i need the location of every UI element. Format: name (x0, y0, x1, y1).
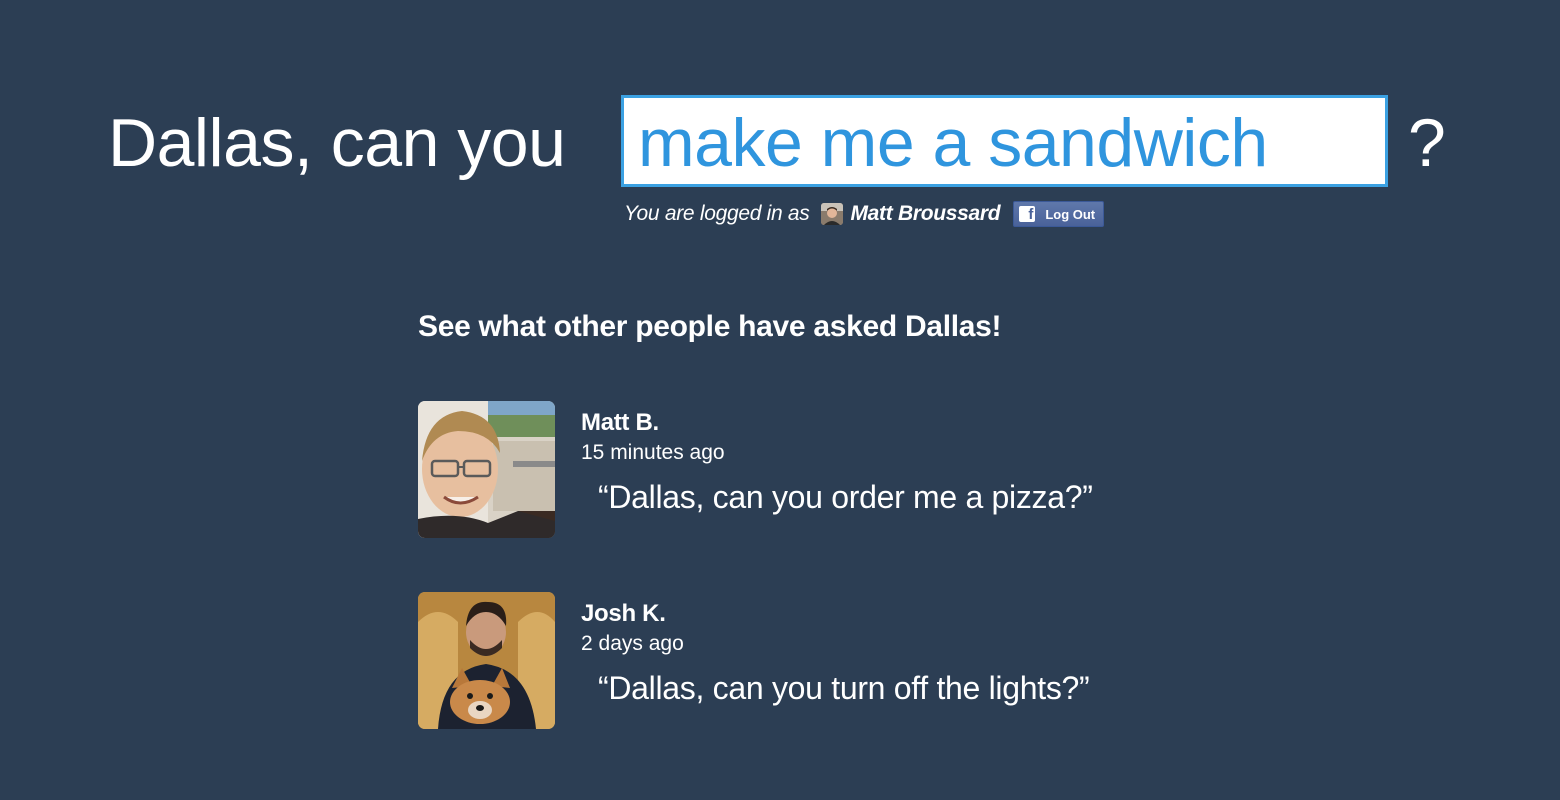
hero-question-mark: ? (1408, 105, 1446, 181)
logout-button[interactable]: f Log Out (1013, 201, 1105, 227)
avatar (418, 401, 555, 538)
user-avatar (821, 203, 844, 225)
request-input[interactable] (621, 95, 1388, 187)
author-name: Matt B. (581, 409, 659, 436)
hero-prompt: Dallas, can you ? (0, 95, 1560, 187)
feed-item: Josh K. 2 days ago “Dallas, can you turn… (418, 592, 1218, 729)
hero-prefix: Dallas, can you (108, 105, 566, 181)
user-name: Matt Broussard (850, 202, 1001, 225)
facebook-icon: f (1019, 206, 1036, 222)
login-prefix: You are logged in as (624, 202, 810, 225)
question-quote: “Dallas, can you order me a pizza?” (598, 479, 1093, 515)
author-name: Josh K. (581, 600, 666, 627)
timestamp: 15 minutes ago (581, 441, 725, 464)
feed-heading: See what other people have asked Dallas! (418, 310, 1002, 343)
logout-label: Log Out (1045, 206, 1096, 222)
login-status: You are logged in as Matt Broussard f Lo… (624, 200, 1105, 228)
question-quote: “Dallas, can you turn off the lights?” (598, 670, 1090, 706)
feed-item: Matt B. 15 minutes ago “Dallas, can you … (418, 401, 1218, 538)
avatar (418, 592, 555, 729)
timestamp: 2 days ago (581, 632, 684, 655)
